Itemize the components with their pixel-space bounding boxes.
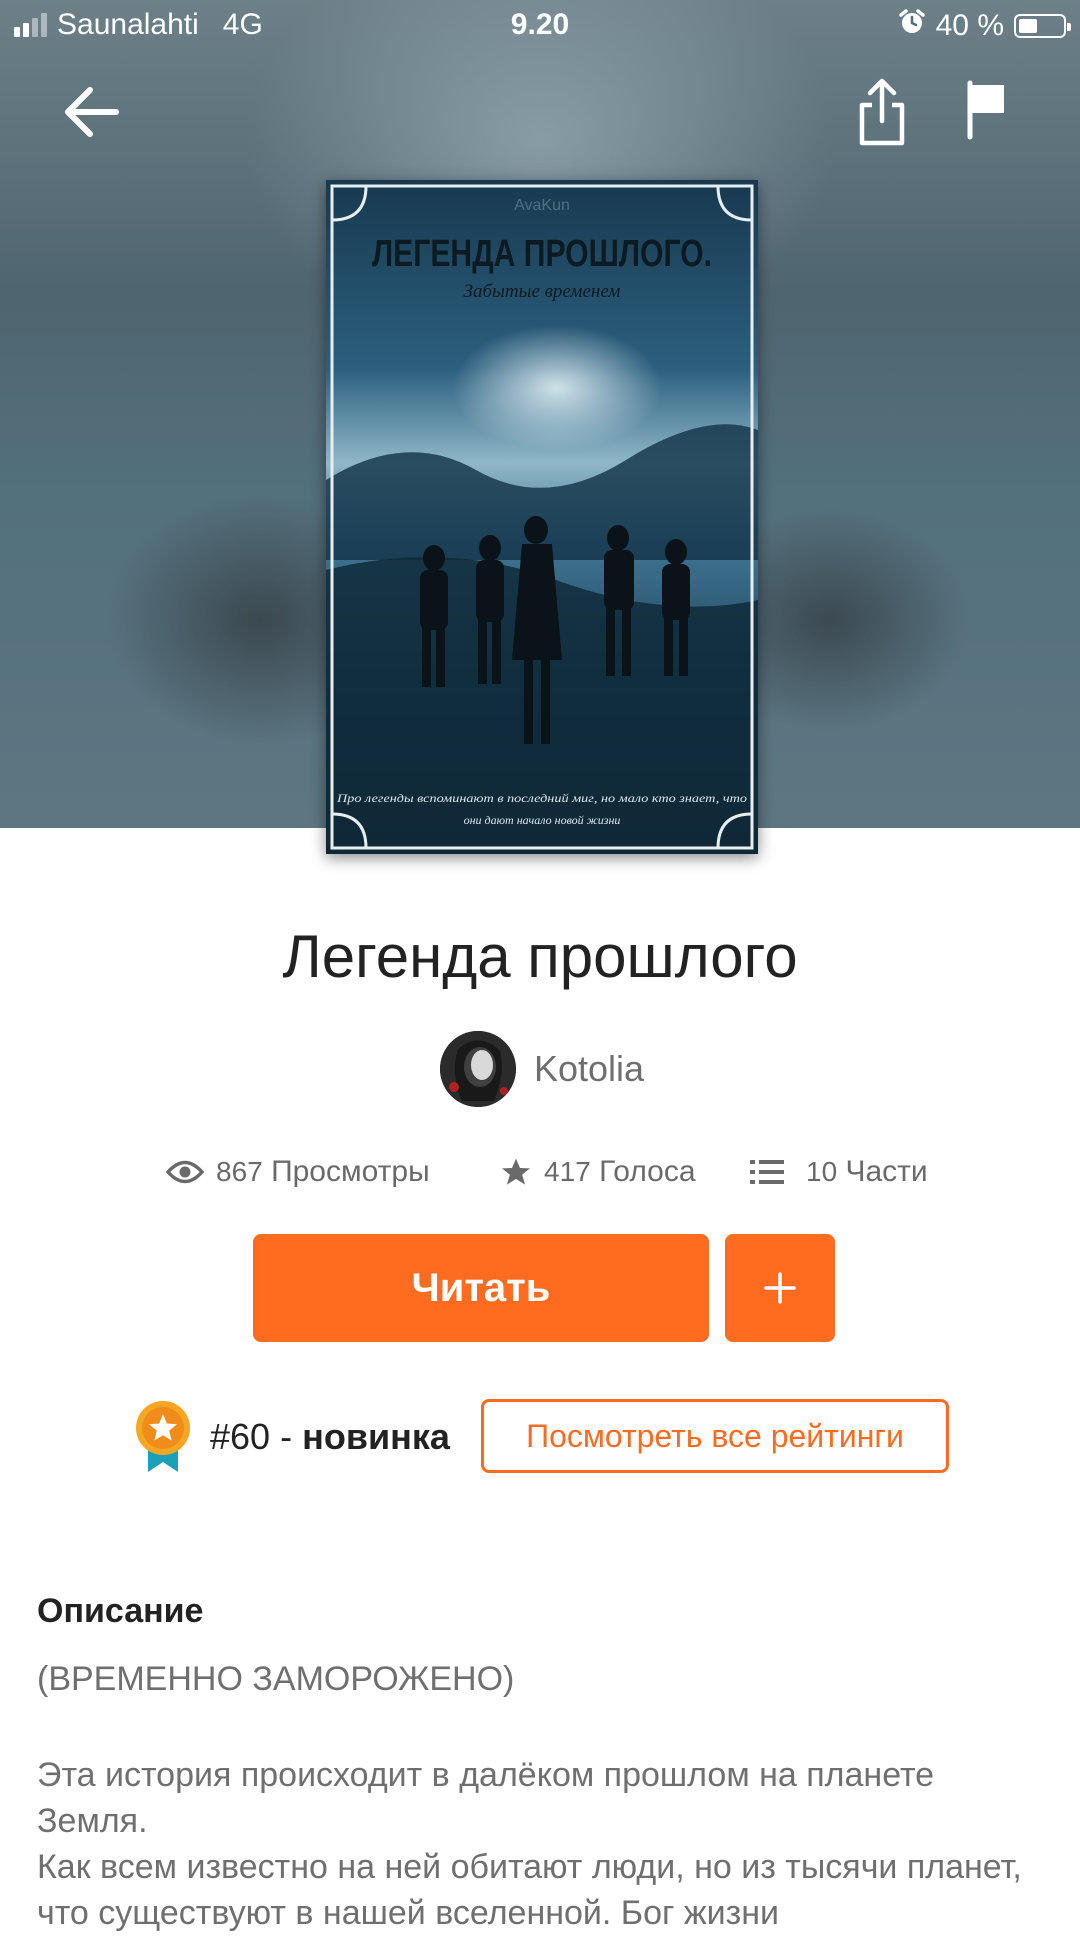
svg-text:ЛЕГЕНДА ПРОШЛОГО.: ЛЕГЕНДА ПРОШЛОГО. bbox=[372, 233, 712, 275]
rank-separator: - bbox=[270, 1416, 303, 1457]
report-button[interactable] bbox=[946, 70, 1026, 150]
ranking-badge: #60 - новинка bbox=[134, 1400, 450, 1474]
story-title: Легенда прошлого bbox=[282, 923, 798, 990]
description-body: Эта история происходит в далёком прошлом… bbox=[37, 1752, 1047, 1936]
alarm-icon bbox=[898, 8, 926, 44]
plus-icon bbox=[764, 1272, 796, 1304]
status-right: 40 % bbox=[898, 8, 1071, 44]
description-paragraph: Эта история происходит в далёком прошлом… bbox=[37, 1756, 935, 1840]
avatar bbox=[440, 1031, 516, 1107]
author-name: Kotolia bbox=[534, 1048, 645, 1089]
book-cover[interactable]: AvaKun ЛЕГЕНДА ПРОШЛОГО. Забытые времене… bbox=[326, 180, 758, 854]
back-button[interactable] bbox=[52, 72, 132, 152]
battery-icon bbox=[1014, 14, 1071, 38]
svg-text:они дают начало новой жизни: они дают начало новой жизни bbox=[464, 813, 621, 827]
ranking-text: #60 - новинка bbox=[210, 1416, 450, 1458]
star-icon bbox=[502, 1158, 530, 1185]
share-icon bbox=[859, 78, 905, 146]
views-label: Просмотры bbox=[271, 1155, 430, 1188]
parts-label: Части bbox=[845, 1155, 928, 1188]
description-status: (ВРЕМЕННО ЗАМОРОЖЕНО) bbox=[37, 1660, 515, 1698]
description-paragraph: Как всем известно на ней обитают люди, н… bbox=[37, 1848, 1022, 1932]
battery-percent: 40 % bbox=[935, 9, 1004, 42]
votes-stat: 417 Голоса bbox=[500, 1148, 696, 1196]
list-icon bbox=[750, 1160, 784, 1184]
views-stat: 867 Просмотры bbox=[166, 1148, 430, 1196]
votes-count: 417 bbox=[544, 1156, 591, 1187]
parts-stat: 10 Части bbox=[750, 1148, 928, 1196]
votes-label: Голоса bbox=[599, 1155, 696, 1188]
add-to-library-button[interactable] bbox=[725, 1234, 835, 1342]
parts-count: 10 bbox=[806, 1156, 838, 1187]
rank-number: #60 bbox=[210, 1416, 271, 1457]
svg-text:Про легенды вспоминают в после: Про легенды вспоминают в последний миг, … bbox=[336, 791, 747, 805]
author-link[interactable]: Kotolia bbox=[440, 1030, 644, 1108]
share-button[interactable] bbox=[842, 72, 922, 152]
story-stats: 867 Просмотры 417 Голоса 10 Части bbox=[0, 1148, 1080, 1196]
svg-text:Забытые временем: Забытые временем bbox=[464, 281, 621, 302]
status-bar: Saunalahti 4G 9.20 40 % bbox=[0, 0, 1080, 56]
arrow-left-icon bbox=[65, 87, 119, 137]
svg-text:AvaKun: AvaKun bbox=[514, 197, 570, 214]
eye-icon bbox=[166, 1160, 204, 1184]
read-button[interactable]: Читать bbox=[253, 1234, 709, 1342]
rank-category: новинка bbox=[302, 1416, 450, 1457]
views-count: 867 bbox=[216, 1156, 263, 1187]
award-ribbon-icon bbox=[136, 1401, 190, 1472]
description-heading: Описание bbox=[37, 1592, 204, 1630]
flag-icon bbox=[967, 80, 1004, 140]
view-all-rankings-button[interactable]: Посмотреть все рейтинги bbox=[481, 1399, 949, 1473]
